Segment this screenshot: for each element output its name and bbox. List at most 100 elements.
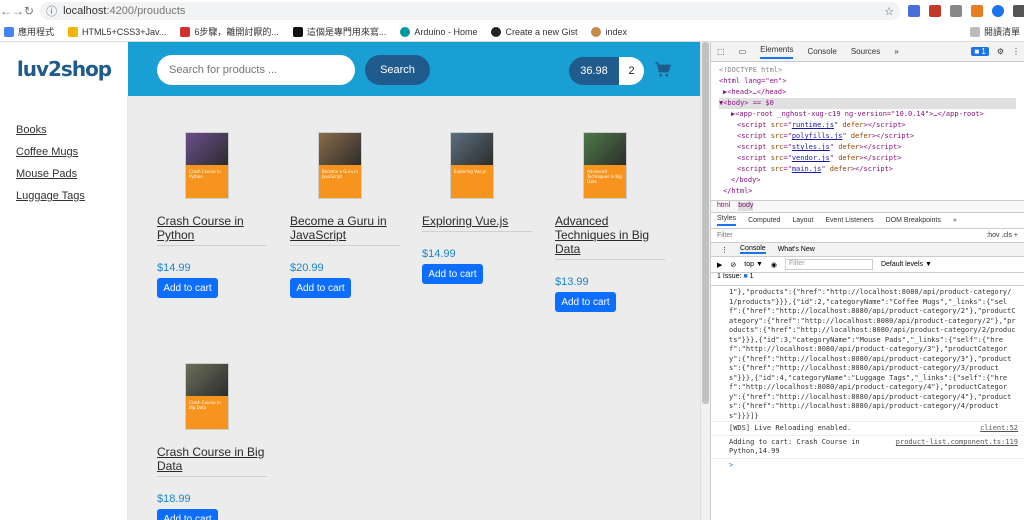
address-bar[interactable]: ⓘ localhost:4200/prouducts ☆: [40, 2, 901, 20]
add-to-cart-button[interactable]: Add to cart: [555, 292, 616, 312]
issue-bar[interactable]: 1 Issue: ■ 1: [711, 273, 1024, 286]
more-tabs-icon[interactable]: »: [894, 47, 898, 56]
bookmark-apps[interactable]: 應用程式: [4, 25, 54, 38]
topbar: luv2shop Search 36.98 2: [0, 42, 700, 96]
bookmark-star-icon[interactable]: ☆: [884, 5, 894, 18]
reload-icon[interactable]: ↻: [24, 4, 34, 18]
tab-event-listeners[interactable]: Event Listeners: [825, 217, 873, 224]
product-image[interactable]: Crash Course in Big Data: [185, 363, 229, 430]
product-image[interactable]: Exploring Vue.js: [450, 132, 494, 199]
context-select[interactable]: top ▼: [744, 261, 763, 268]
source-link[interactable]: client:52: [980, 424, 1018, 433]
device-toolbar-icon[interactable]: ▭: [739, 47, 747, 56]
header: Search 36.98 2: [128, 42, 700, 96]
console-prompt[interactable]: >: [711, 458, 1024, 472]
tab-console[interactable]: Console: [807, 47, 836, 56]
source-link[interactable]: product-list.component.ts:119: [896, 438, 1018, 456]
bookmark-index[interactable]: index: [591, 26, 627, 37]
bookmark-arduino[interactable]: Arduino - Home: [400, 26, 477, 37]
script-node[interactable]: <script src="vendor.js" defer></script>: [719, 153, 1016, 164]
sidebar-toggle-icon[interactable]: ▶: [717, 261, 722, 269]
url-host: localhost: [63, 5, 107, 17]
cover-photo: [186, 364, 228, 396]
forward-icon[interactable]: →: [12, 4, 24, 18]
product-grid: Crash Course in Python Crash Course in P…: [128, 96, 700, 520]
inspect-icon[interactable]: ⬚: [717, 47, 725, 56]
issues-badge[interactable]: ■ 1: [971, 47, 989, 56]
product-title[interactable]: Advanced Techniques in Big Data: [555, 214, 665, 260]
reading-list[interactable]: 閱讀清單: [969, 25, 1020, 38]
product-title[interactable]: Exploring Vue.js: [422, 214, 532, 232]
tab-console-drawer[interactable]: Console: [740, 245, 766, 254]
avatar[interactable]: [992, 5, 1005, 17]
product-image[interactable]: Advanced Techniques in Big Data: [583, 132, 627, 199]
console-filter-input[interactable]: Filter: [784, 259, 873, 270]
clear-console-icon[interactable]: ⊘: [730, 261, 736, 269]
product-image[interactable]: Crash Course in Python: [185, 132, 229, 199]
cover-photo: [451, 133, 493, 165]
apps-icon: [4, 26, 14, 37]
logo-area[interactable]: luv2shop: [0, 42, 128, 96]
drawer-menu-icon[interactable]: ⋮: [721, 246, 728, 254]
html-node[interactable]: <html lang="en">: [719, 76, 1016, 87]
bookmark-html5[interactable]: HTML5+CSS3+Jav...: [68, 26, 166, 37]
eye-icon[interactable]: ◉: [771, 261, 777, 269]
tab-layout[interactable]: Layout: [792, 217, 813, 224]
browser-toolbar: ← → ↻ ⓘ localhost:4200/prouducts ☆: [0, 0, 1024, 22]
breadcrumb-body[interactable]: body: [738, 202, 754, 211]
add-to-cart-button[interactable]: Add to cart: [157, 509, 218, 520]
cart-icon[interactable]: [654, 61, 672, 79]
search-button[interactable]: Search: [365, 55, 430, 85]
puzzle-icon[interactable]: [971, 5, 984, 17]
scrollbar-thumb[interactable]: [702, 42, 709, 404]
script-node[interactable]: <script src="styles.js" defer></script>: [719, 142, 1016, 153]
tab-whats-new[interactable]: What's New: [778, 246, 815, 253]
bookmark-special[interactable]: 這個是專門用來寫...: [292, 25, 386, 38]
bookmark-gist[interactable]: Create a new Gist: [491, 26, 577, 37]
product-card: Crash Course in Big Data Crash Course in…: [157, 363, 277, 520]
translate-icon[interactable]: [908, 5, 921, 17]
product-title[interactable]: Crash Course in Python: [157, 214, 267, 246]
doctype-line[interactable]: <!DOCTYPE html>: [719, 65, 1016, 76]
menu-icon[interactable]: [1013, 5, 1024, 17]
product-title[interactable]: Crash Course in Big Data: [157, 445, 267, 477]
product-card: Exploring Vue.js Exploring Vue.js $14.99…: [422, 132, 542, 284]
extension-icon[interactable]: [929, 5, 942, 17]
page-scrollbar[interactable]: [700, 42, 710, 520]
category-link-luggage-tags[interactable]: Luggage Tags: [16, 190, 127, 202]
settings-gear-icon[interactable]: ⚙: [997, 47, 1004, 56]
app-root-node[interactable]: ▶<app-root _nghost-xug-c19 ng-version="1…: [719, 109, 1016, 120]
add-to-cart-button[interactable]: Add to cart: [157, 278, 218, 298]
tab-elements[interactable]: Elements: [760, 45, 794, 59]
tab-computed[interactable]: Computed: [748, 217, 780, 224]
body-node[interactable]: ▼<body> == $0: [719, 98, 1016, 109]
product-title[interactable]: Become a Guru in JavaScript: [290, 214, 400, 246]
body-close: </body>: [731, 176, 761, 184]
category-link-mouse-pads[interactable]: Mouse Pads: [16, 168, 127, 180]
back-icon[interactable]: ←: [0, 4, 12, 18]
more-subtabs-icon[interactable]: »: [953, 217, 957, 224]
bookmark-6steps[interactable]: 6步驟，離開討厭的...: [180, 25, 279, 38]
head-node[interactable]: ▶<head>…</head>: [719, 87, 1016, 98]
tab-sources[interactable]: Sources: [851, 47, 880, 56]
add-to-cart-button[interactable]: Add to cart: [422, 264, 483, 284]
tab-dom-breakpoints[interactable]: DOM Breakpoints: [886, 217, 941, 224]
log-levels-select[interactable]: Default levels ▼: [881, 261, 932, 268]
hov-cls-toggle[interactable]: :hov .cls +: [986, 232, 1018, 239]
script-node[interactable]: <script src="main.js" defer></script>: [719, 164, 1016, 175]
category-link-books[interactable]: Books: [16, 124, 127, 136]
cover-photo: [186, 133, 228, 165]
more-options-icon[interactable]: ⋮: [1012, 47, 1020, 56]
check-icon[interactable]: [950, 5, 963, 17]
add-to-cart-button[interactable]: Add to cart: [290, 278, 351, 298]
product-price: $18.99: [157, 493, 191, 505]
tab-styles[interactable]: Styles: [717, 215, 737, 226]
search-input[interactable]: [157, 55, 355, 85]
info-icon[interactable]: ⓘ: [46, 3, 57, 19]
product-image[interactable]: Become a Guru in JavaScript: [318, 132, 362, 199]
script-node[interactable]: <script src="polyfills.js" defer></scrip…: [719, 131, 1016, 142]
category-link-coffee-mugs[interactable]: Coffee Mugs: [16, 146, 127, 158]
styles-filter[interactable]: Filter :hov .cls +: [711, 229, 1024, 243]
script-node[interactable]: <script src="runtime.js" defer></script>: [719, 120, 1016, 131]
breadcrumb-html[interactable]: html: [717, 202, 730, 211]
